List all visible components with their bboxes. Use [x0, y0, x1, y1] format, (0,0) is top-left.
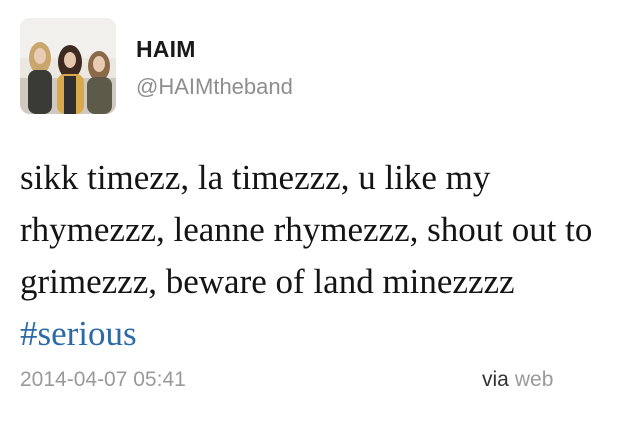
via-label: via	[482, 368, 509, 391]
display-name[interactable]: HAIM	[136, 36, 196, 63]
tweet-card: HAIM @HAIMtheband sikk timezz, la timezz…	[0, 0, 640, 448]
via-source-link[interactable]: web	[515, 368, 554, 391]
tweet-timestamp[interactable]: 2014-04-07 05:41	[20, 368, 186, 392]
tweet-source: via web	[482, 368, 553, 392]
avatar-photo	[20, 18, 116, 114]
tweet-body-text: sikk timezz, la timezzz, u like my rhyme…	[20, 158, 593, 301]
user-handle[interactable]: @HAIMtheband	[136, 74, 293, 100]
avatar[interactable]	[20, 18, 116, 114]
tweet-text: sikk timezz, la timezzz, u like my rhyme…	[20, 152, 620, 360]
hashtag-link[interactable]: #serious	[20, 314, 137, 353]
